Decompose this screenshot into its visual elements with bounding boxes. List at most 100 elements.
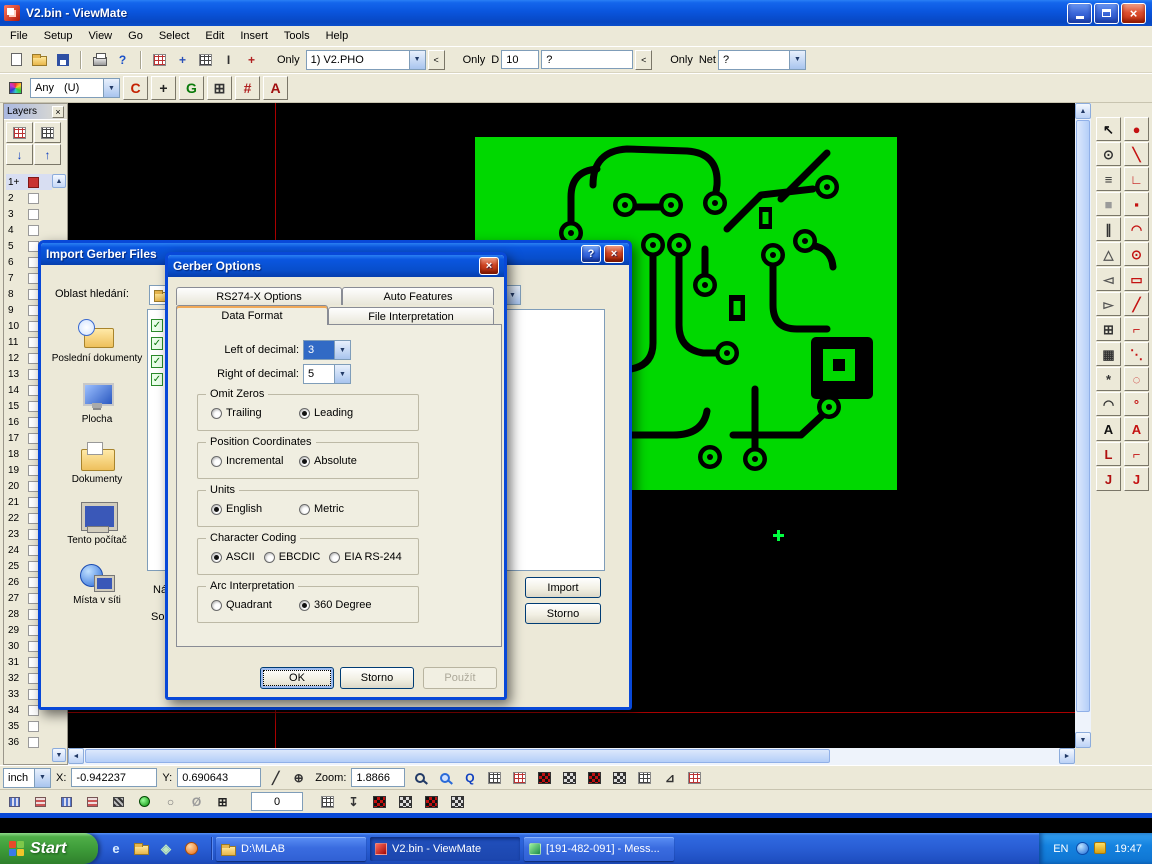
menu-item[interactable]: View: [80, 27, 120, 45]
grid-step-input[interactable]: 0: [251, 792, 303, 811]
horizontal-scroll-thumb[interactable]: [85, 749, 830, 763]
close-button[interactable]: ×: [479, 257, 499, 275]
center-c-icon[interactable]: C: [123, 76, 148, 100]
chevron-down-icon[interactable]: ▼: [409, 51, 425, 69]
menu-item[interactable]: Go: [120, 27, 151, 45]
query-dcode-icon[interactable]: [194, 49, 217, 71]
close-button[interactable]: ×: [604, 245, 624, 263]
task-message[interactable]: [191-482-091] - Mess...: [524, 837, 674, 861]
vertical-scrollbar[interactable]: ▲ ▼: [1075, 103, 1091, 748]
tab-file-interpretation[interactable]: File Interpretation: [328, 307, 494, 325]
clock[interactable]: 19:47: [1114, 843, 1142, 855]
probe-zero-icon[interactable]: Ø: [185, 791, 208, 813]
zoom-in-icon[interactable]: [408, 767, 431, 789]
only-net-toggle[interactable]: Only: [666, 54, 697, 66]
prev-layer-button[interactable]: <: [428, 50, 445, 70]
tray-app-icon[interactable]: [1094, 842, 1106, 854]
scroll-left-icon[interactable]: ◄: [68, 748, 84, 764]
place-recent-documents[interactable]: Poslední dokumenty: [51, 319, 143, 365]
menu-item[interactable]: Insert: [232, 27, 276, 45]
chevron-down-icon[interactable]: ▼: [334, 341, 350, 359]
layer-row[interactable]: 36: [6, 734, 52, 750]
left-of-decimal-combo[interactable]: 3 ▼: [303, 340, 351, 360]
angle-icon[interactable]: ⊿: [658, 767, 681, 789]
layer-color-box[interactable]: [28, 209, 39, 220]
draw-j-icon[interactable]: J: [1124, 467, 1149, 491]
menu-item[interactable]: Edit: [197, 27, 232, 45]
select-net-tool-icon[interactable]: ⊙: [1096, 142, 1121, 166]
measure-item-icon[interactable]: I: [217, 49, 240, 71]
tab-auto-features[interactable]: Auto Features: [342, 287, 494, 305]
pattern-icon[interactable]: [683, 767, 706, 789]
pad4-icon[interactable]: [446, 791, 469, 813]
grid-b-icon[interactable]: [508, 767, 531, 789]
dcode-filter-input[interactable]: ?: [541, 50, 633, 69]
context-help-icon[interactable]: ?: [111, 49, 134, 71]
menu-item[interactable]: Help: [318, 27, 357, 45]
units-combo[interactable]: inch ▼: [3, 768, 51, 788]
star-tool-icon[interactable]: *: [1096, 367, 1121, 391]
layer-combo[interactable]: 1) V2.PHO ▼: [306, 50, 426, 70]
skew-tool-icon[interactable]: ∥: [1096, 217, 1121, 241]
place-network[interactable]: Místa v síti: [51, 561, 143, 607]
line-tool-icon[interactable]: L: [1096, 442, 1121, 466]
layer-color-box[interactable]: [28, 737, 39, 748]
status-light-icon[interactable]: [133, 791, 156, 813]
start-button[interactable]: Start: [0, 833, 98, 864]
pad2-icon[interactable]: [394, 791, 417, 813]
pad3-icon[interactable]: [420, 791, 443, 813]
arc-tool-icon[interactable]: ◠: [1096, 392, 1121, 416]
layer-color-box[interactable]: [28, 721, 39, 732]
chevron-down-icon[interactable]: ▼: [103, 79, 119, 97]
origin-icon[interactable]: ⊕: [287, 767, 310, 789]
draw-diag-icon[interactable]: ╱: [1124, 292, 1149, 316]
dot-grid-icon[interactable]: [316, 791, 339, 813]
net-combo[interactable]: ? ▼: [718, 50, 806, 70]
zoom-window-icon[interactable]: [433, 767, 456, 789]
text-tool-icon[interactable]: A: [1096, 417, 1121, 441]
menu-item[interactable]: File: [2, 27, 36, 45]
cancel-button[interactable]: Storno: [525, 603, 601, 624]
zoom-query-icon[interactable]: Q: [458, 767, 481, 789]
ie-icon[interactable]: e: [107, 838, 125, 860]
highlight-grid-icon[interactable]: #: [235, 76, 260, 100]
draw-dots-icon[interactable]: ⋱: [1124, 342, 1149, 366]
scroll-down-icon[interactable]: ▼: [52, 748, 66, 762]
print-icon[interactable]: [88, 49, 111, 71]
net-probe-icon[interactable]: +: [240, 49, 263, 71]
mirror-tool-icon[interactable]: △: [1096, 242, 1121, 266]
pointer-tool-icon[interactable]: ↖: [1096, 117, 1121, 141]
grid-tool-icon[interactable]: ▦: [1096, 342, 1121, 366]
right-of-decimal-combo[interactable]: 5 ▼: [303, 364, 351, 384]
pan-crosshair-icon[interactable]: +: [151, 76, 176, 100]
language-indicator[interactable]: EN: [1053, 843, 1068, 855]
draw-rect-icon[interactable]: ▭: [1124, 267, 1149, 291]
restore-button[interactable]: [1094, 3, 1119, 24]
layers-tool-icon[interactable]: ≡: [1096, 167, 1121, 191]
layer-color-box[interactable]: [28, 225, 39, 236]
draw-line-icon[interactable]: ╲: [1124, 142, 1149, 166]
pattern-blue-icon[interactable]: [3, 791, 26, 813]
pad1-icon[interactable]: [368, 791, 391, 813]
draw-arc-icon[interactable]: ◠: [1124, 217, 1149, 241]
layer-colors-icon[interactable]: [34, 122, 61, 143]
tab-rs274x-options[interactable]: RS274-X Options: [176, 287, 342, 305]
vertical-scroll-thumb[interactable]: [1076, 120, 1090, 712]
place-documents[interactable]: Dokumenty: [51, 440, 143, 486]
menu-item[interactable]: Select: [151, 27, 198, 45]
array-tool-icon[interactable]: ⊞: [1096, 317, 1121, 341]
new-file-icon[interactable]: [5, 49, 28, 71]
close-icon[interactable]: ×: [52, 106, 64, 118]
layer-table-icon[interactable]: [6, 122, 33, 143]
chevron-down-icon[interactable]: ▼: [34, 769, 50, 787]
radio-english[interactable]: English: [211, 503, 299, 515]
menu-item[interactable]: Setup: [36, 27, 81, 45]
task-viewmate[interactable]: V2.bin - ViewMate: [370, 837, 520, 861]
place-desktop[interactable]: Plocha: [51, 380, 143, 426]
pattern-dark-icon[interactable]: [107, 791, 130, 813]
film3-icon[interactable]: [583, 767, 606, 789]
hook-tool-icon[interactable]: J: [1096, 467, 1121, 491]
layer-row[interactable]: 2: [6, 190, 52, 206]
place-computer[interactable]: Tento počítač: [51, 501, 143, 547]
browser-icon[interactable]: [182, 838, 200, 860]
